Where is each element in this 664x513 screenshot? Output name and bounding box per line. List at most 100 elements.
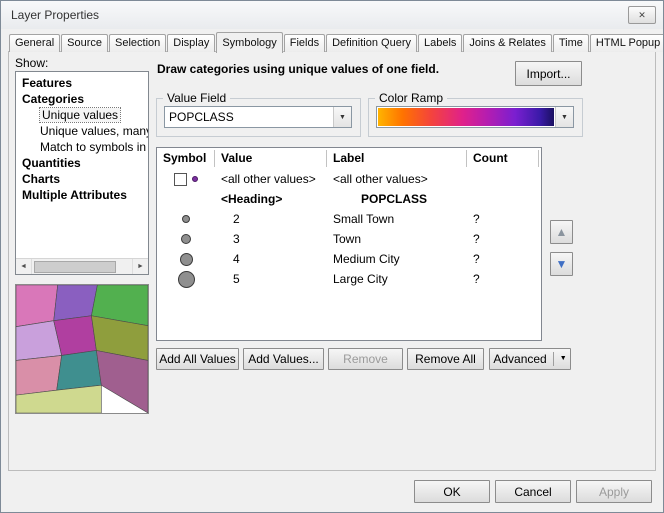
show-label: Show:: [15, 56, 48, 70]
apply-button[interactable]: Apply: [576, 480, 652, 503]
tree-item-match-symbols[interactable]: Match to symbols in a: [16, 139, 148, 155]
map-region: [96, 350, 148, 413]
label-cell: POPCLASS: [327, 192, 467, 206]
count-cell: ?: [467, 232, 539, 246]
tab-selection[interactable]: Selection: [109, 34, 166, 52]
symbol-preview-map: [15, 284, 149, 414]
tree-item-quantities[interactable]: Quantities: [16, 155, 148, 171]
point-symbol-icon[interactable]: [180, 253, 193, 266]
add-all-values-button[interactable]: Add All Values: [156, 348, 239, 370]
tree-item-features[interactable]: Features: [16, 75, 148, 91]
label-cell: Large City: [327, 272, 467, 286]
tree-item-categories[interactable]: Categories: [16, 91, 148, 107]
window-title: Layer Properties: [11, 8, 99, 22]
other-values-checkbox[interactable]: [174, 173, 187, 186]
tab-time[interactable]: Time: [553, 34, 589, 52]
titlebar[interactable]: Layer Properties ✕: [1, 1, 663, 29]
preview-map-svg: [16, 285, 148, 413]
tab-fields[interactable]: Fields: [284, 34, 325, 52]
tree-item-unique-values-many[interactable]: Unique values, many: [16, 123, 148, 139]
chevron-down-icon[interactable]: ▼: [333, 107, 351, 127]
move-down-button[interactable]: ▼: [550, 252, 573, 276]
close-icon: ✕: [638, 10, 646, 20]
table-row[interactable]: <all other values> <all other values>: [157, 169, 541, 189]
show-tree: Features Categories Unique values Unique…: [15, 71, 149, 275]
point-symbol-icon[interactable]: [182, 215, 190, 223]
value-cell: 5: [215, 272, 327, 286]
label-cell: Town: [327, 232, 467, 246]
color-ramp-group: Color Ramp ▼: [368, 98, 583, 137]
scroll-right-icon[interactable]: ►: [132, 259, 148, 274]
advanced-button[interactable]: Advanced ▼: [489, 348, 571, 370]
value-field-label: Value Field: [163, 91, 230, 105]
symbol-cell: [157, 271, 215, 288]
tab-labels[interactable]: Labels: [418, 34, 462, 52]
point-symbol-icon[interactable]: [192, 176, 198, 182]
table-row[interactable]: 4 Medium City ?: [157, 249, 541, 269]
tab-strip: General Source Selection Display Symbolo…: [9, 32, 664, 52]
chevron-down-icon[interactable]: ▼: [555, 107, 573, 127]
label-cell: <all other values>: [327, 172, 467, 186]
chevron-down-icon: ▼: [553, 352, 567, 366]
symbol-cell: [157, 234, 215, 244]
remove-button[interactable]: Remove: [328, 348, 403, 370]
value-cell: <all other values>: [215, 172, 327, 186]
table-row[interactable]: <Heading> POPCLASS: [157, 189, 541, 209]
close-button[interactable]: ✕: [628, 6, 656, 24]
value-field-combo[interactable]: POPCLASS ▼: [164, 106, 352, 128]
table-row[interactable]: 3 Town ?: [157, 229, 541, 249]
map-region: [54, 285, 98, 321]
draw-method-heading: Draw categories using unique values of o…: [157, 62, 509, 76]
map-region: [57, 350, 102, 390]
tab-source[interactable]: Source: [61, 34, 108, 52]
table-row[interactable]: 2 Small Town ?: [157, 209, 541, 229]
label-cell: Small Town: [327, 212, 467, 226]
tab-joins-relates[interactable]: Joins & Relates: [463, 34, 551, 52]
unique-values-table: Symbol Value Label Count <all other valu…: [156, 147, 542, 341]
count-cell: ?: [467, 272, 539, 286]
count-cell: ?: [467, 252, 539, 266]
arrow-up-icon: ▲: [556, 225, 568, 239]
color-ramp-combo[interactable]: ▼: [376, 106, 574, 128]
column-header-count: Count: [467, 150, 539, 167]
value-cell: 4: [215, 252, 327, 266]
remove-all-button[interactable]: Remove All: [407, 348, 484, 370]
ok-button[interactable]: OK: [414, 480, 490, 503]
move-up-button[interactable]: ▲: [550, 220, 573, 244]
point-symbol-icon[interactable]: [178, 271, 195, 288]
scroll-left-icon[interactable]: ◄: [16, 259, 32, 274]
value-cell: <Heading>: [215, 192, 327, 206]
map-region: [54, 316, 97, 356]
add-values-button[interactable]: Add Values...: [243, 348, 324, 370]
scrollbar-thumb[interactable]: [34, 261, 116, 273]
import-button[interactable]: Import...: [515, 61, 582, 86]
tree-item-label: Unique values: [40, 108, 120, 122]
symbol-cell: [157, 253, 215, 266]
color-ramp-label: Color Ramp: [375, 91, 447, 105]
label-cell: Medium City: [327, 252, 467, 266]
layer-properties-dialog: Layer Properties ✕ General Source Select…: [0, 0, 664, 513]
tab-general[interactable]: General: [9, 34, 60, 52]
table-header-row: Symbol Value Label Count: [157, 148, 541, 169]
tab-display[interactable]: Display: [167, 34, 215, 52]
tree-item-charts[interactable]: Charts: [16, 171, 148, 187]
tree-item-multiple-attributes[interactable]: Multiple Attributes: [16, 187, 148, 203]
tree-horizontal-scrollbar[interactable]: ◄ ►: [16, 258, 148, 274]
tab-html-popup[interactable]: HTML Popup: [590, 34, 664, 52]
cancel-button[interactable]: Cancel: [495, 480, 571, 503]
map-region: [16, 285, 58, 327]
table-row[interactable]: 5 Large City ?: [157, 269, 541, 289]
tab-symbology[interactable]: Symbology: [216, 32, 282, 53]
value-field-value: POPCLASS: [165, 107, 333, 127]
tab-definition-query[interactable]: Definition Query: [326, 34, 417, 52]
value-field-group: Value Field POPCLASS ▼: [156, 98, 361, 137]
count-cell: ?: [467, 212, 539, 226]
tree-item-unique-values[interactable]: Unique values: [16, 107, 148, 123]
advanced-button-label: Advanced: [493, 352, 546, 366]
point-symbol-icon[interactable]: [181, 234, 191, 244]
value-cell: 2: [215, 212, 327, 226]
symbol-cell: [157, 215, 215, 223]
arrow-down-icon: ▼: [556, 257, 568, 271]
column-header-label: Label: [327, 150, 467, 167]
column-header-value: Value: [215, 150, 327, 167]
